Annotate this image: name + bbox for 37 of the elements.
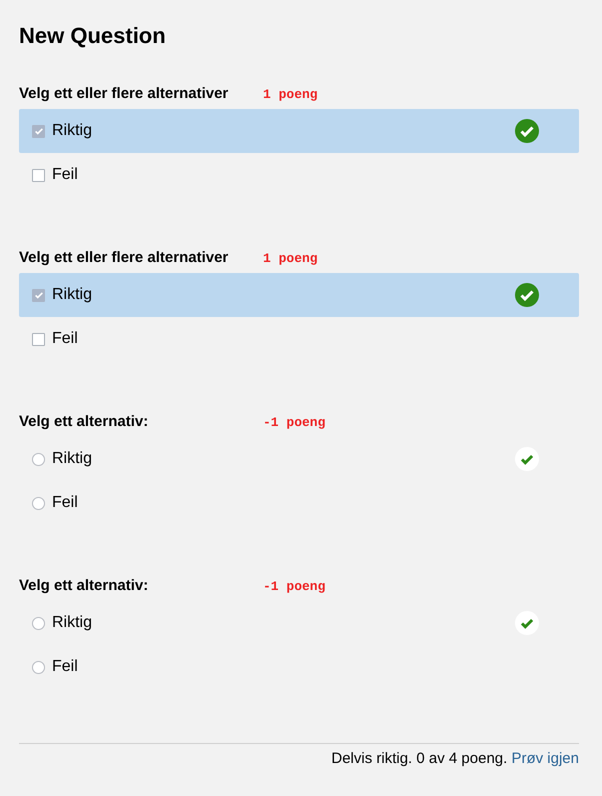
points-label: 1 poeng [263, 251, 318, 266]
option-label: Riktig [52, 122, 94, 140]
points-label: 1 poeng [263, 87, 318, 102]
checkbox[interactable] [32, 288, 45, 302]
question-prompt: Velg ett alternativ: [19, 413, 150, 430]
radio-button[interactable] [32, 496, 45, 510]
selected-option-row[interactable]: Riktig [19, 273, 579, 317]
option-row[interactable]: Riktig [19, 437, 579, 481]
option-label: Feil [52, 658, 79, 676]
option-row[interactable]: Feil [19, 481, 579, 525]
radio-button[interactable] [32, 660, 45, 674]
checkbox[interactable] [32, 168, 45, 182]
question-prompt: Velg ett eller flere alternativer [19, 85, 230, 102]
checkmark-icon [34, 126, 44, 136]
option-label: Riktig [52, 450, 94, 468]
radio-button[interactable] [32, 452, 45, 466]
question-prompt: Velg ett eller flere alternativer [19, 249, 230, 266]
option-row[interactable]: Feil [19, 317, 579, 361]
question-prompt: Velg ett alternativ: [19, 577, 150, 594]
option-row[interactable]: Feil [19, 645, 579, 689]
option-row[interactable]: Feil [19, 153, 579, 197]
checkmark-icon [34, 290, 44, 300]
option-label: Riktig [52, 614, 94, 632]
selected-option-row[interactable]: Riktig [19, 109, 579, 153]
option-label: Feil [52, 330, 79, 348]
page-title: New Question [19, 23, 167, 49]
result-text: Delvis riktig. 0 av 4 poeng. [331, 750, 508, 767]
checkbox[interactable] [32, 124, 45, 138]
checkbox[interactable] [32, 332, 45, 346]
try-again-link[interactable]: Prøv igjen [511, 750, 579, 767]
option-label: Riktig [52, 286, 94, 304]
points-label: -1 poeng [263, 415, 326, 430]
radio-button[interactable] [32, 616, 45, 630]
points-label: -1 poeng [263, 579, 326, 594]
option-label: Feil [52, 494, 79, 512]
option-row[interactable]: Riktig [19, 601, 579, 645]
option-label: Feil [52, 166, 79, 184]
